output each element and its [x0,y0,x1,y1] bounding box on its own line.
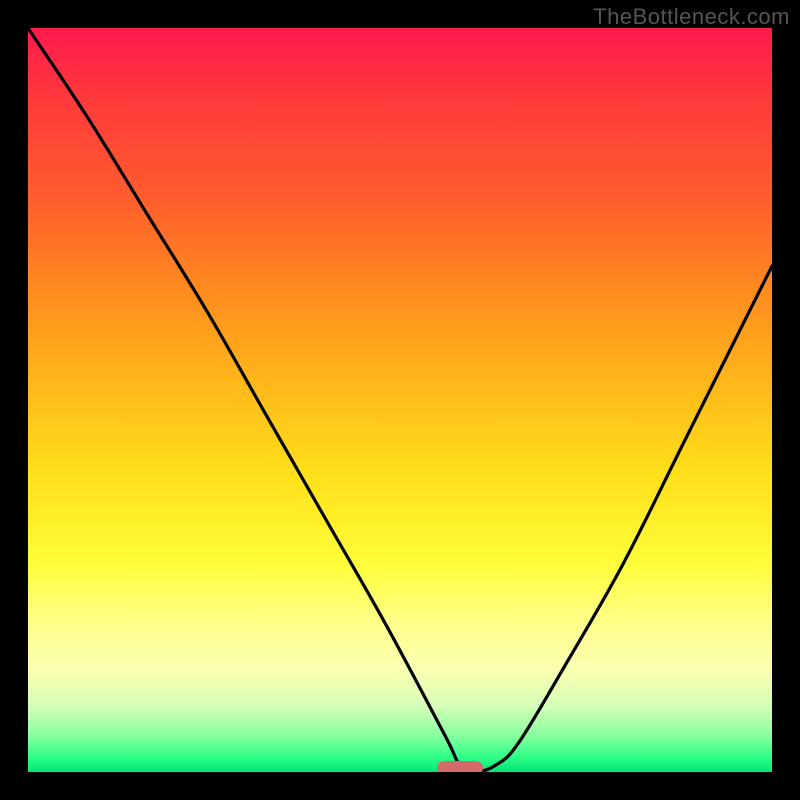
watermark-text: TheBottleneck.com [593,4,790,30]
plot-area [28,28,772,772]
curve-path [28,28,772,772]
chart-frame: TheBottleneck.com [0,0,800,800]
optimal-marker [437,761,483,772]
bottleneck-curve [28,28,772,772]
